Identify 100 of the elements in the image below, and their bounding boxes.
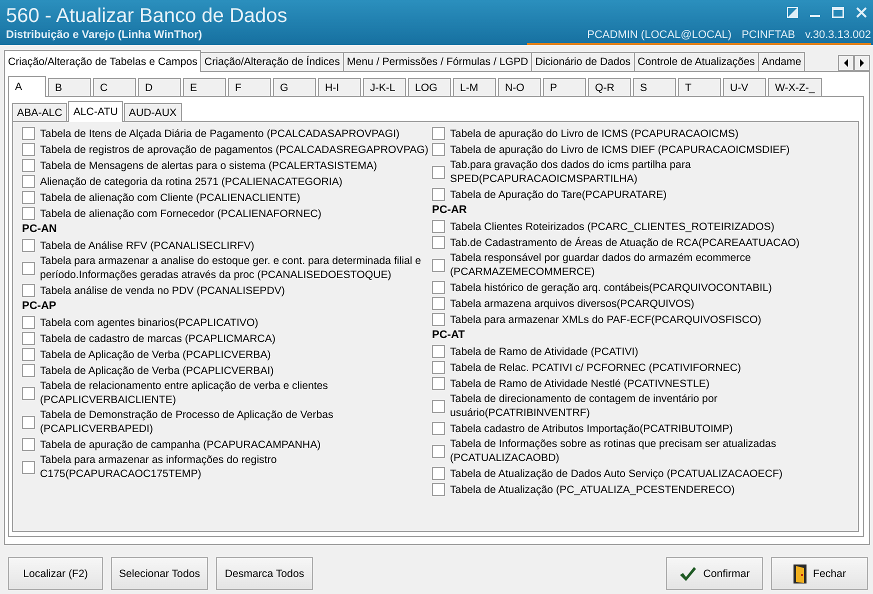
checkbox-label: Tabela de Análise RFV (PCANALISECLIRFV)	[40, 238, 256, 252]
close-icon[interactable]	[856, 6, 867, 18]
checkbox[interactable]	[22, 207, 35, 220]
letter-tab[interactable]: A	[8, 76, 46, 97]
checkbox-label: Tabela análise de venda no PDV (PCANALISEPDV)	[40, 284, 286, 298]
checkbox[interactable]	[432, 345, 445, 358]
checkbox[interactable]	[432, 361, 445, 374]
letter-tab[interactable]: LOG	[408, 78, 451, 96]
button[interactable]: Selecionar Todos	[111, 557, 208, 590]
checkbox-label: Tabela armazena arquivos diversos(PCARQUIVOS)	[450, 296, 696, 310]
maximize-icon[interactable]	[832, 6, 844, 18]
checkbox-label: Tabela para armazenar XMLs do PAF-ECF(PCARQUIVOSFISCO)	[450, 312, 762, 326]
checkbox-label: Tabela de Mensagens de alertas para o sistema (PCALERTASISTEMA)	[40, 158, 378, 172]
checkmark-icon	[679, 566, 698, 582]
checkbox[interactable]	[432, 483, 445, 496]
checkbox-label: Tabela de alienação com Cliente (PCALIENACLIENTE)	[40, 190, 302, 204]
checkbox[interactable]	[22, 386, 35, 400]
checkbox[interactable]	[22, 159, 35, 172]
checkbox[interactable]	[432, 422, 445, 435]
letter-tab[interactable]: B	[48, 78, 91, 96]
checkbox-label: Tabela responsável por guardar dados do armazém ecommerce (PCARMAZEMECOMMERCE)	[450, 251, 752, 279]
tab[interactable]: Andame	[758, 52, 806, 71]
theme-icon[interactable]	[787, 6, 798, 18]
letter-tab[interactable]: C	[93, 78, 136, 96]
letter-tab[interactable]: T	[678, 78, 721, 96]
letter-tab[interactable]: N-O	[498, 78, 541, 96]
checkbox[interactable]	[432, 188, 445, 201]
letter-tab[interactable]: D	[138, 78, 181, 96]
section-header: PC-AT	[432, 328, 466, 343]
checkbox-label: Tabela de Atualização de Dados Auto Serviço (PCATUALIZACAOECF)	[450, 466, 784, 480]
checkbox[interactable]	[22, 460, 35, 474]
checkbox[interactable]	[22, 143, 35, 156]
checkbox[interactable]	[432, 444, 445, 458]
checkbox-label: Tabela para armazenar a analise do estoque ger. e cont. para determinada filial e período.Informações geradas através da proc (PCANALISEDOESTOQUE)	[40, 254, 422, 282]
checkbox-label: Tabela de Itens de Alçada Diária de Pagamento (PCALCADASAPROVPAGI)	[40, 126, 401, 140]
checkbox-label: Tabela de Atualização (PC_ATUALIZA_PCESTENDERECO)	[450, 482, 736, 496]
checkbox-label: Alienação de categoria da rotina 2571 (PCALIENACATEGORIA)	[40, 174, 344, 188]
letter-tab[interactable]: H-I	[318, 78, 361, 96]
tab[interactable]: Criação/Alteração de Tabelas e Campos	[4, 50, 202, 72]
checkbox-label: Tabela de Informações sobre as rotinas que precisam ser atualizadas (PCATUALIZACAOBD)	[450, 437, 778, 465]
letter-tab[interactable]: E	[183, 78, 226, 96]
checkbox[interactable]	[22, 348, 35, 361]
checkbox-label: Tabela de cadastro de marcas (PCAPLICMARCA)	[40, 332, 277, 346]
checkbox-label: Tabela de Ramo de Atividade (PCATIVI)	[450, 344, 640, 358]
sub-tab[interactable]: AUD-AUX	[124, 103, 182, 121]
checkbox[interactable]	[22, 364, 35, 377]
letter-tab[interactable]: S	[633, 78, 676, 96]
checkbox[interactable]	[22, 262, 35, 274]
checkbox[interactable]	[22, 239, 35, 252]
letter-tab[interactable]: J-K-L	[363, 78, 406, 96]
letter-tab[interactable]: Q-R	[588, 78, 631, 96]
checkbox[interactable]	[432, 143, 445, 156]
checkbox[interactable]	[432, 377, 445, 390]
checkbox-label: Tabela cadastro de Atributos Importação(PCATRIBUTOIMP)	[450, 422, 734, 436]
letter-tab[interactable]: P	[543, 78, 586, 96]
checkbox-label: Tabela para armazenar as informações do registro C175(PCAPURACAOC175TEMP)	[40, 453, 278, 481]
checkbox[interactable]	[432, 236, 445, 249]
letter-tab[interactable]: L-M	[453, 78, 496, 96]
confirm-button[interactable]: Confirmar	[666, 557, 763, 590]
sub-tab[interactable]: ABA-ALC	[12, 103, 68, 121]
module-label: PCINFTAB	[742, 29, 796, 41]
checkbox[interactable]	[432, 220, 445, 233]
scroll-right-button[interactable]	[854, 55, 870, 71]
checkbox-label: Tabela de relacionamento entre aplicação de verba e clientes (PCAPLICVERBAICLIENTE)	[40, 379, 329, 407]
checkbox[interactable]	[432, 297, 445, 310]
letter-tab[interactable]: F	[228, 78, 271, 96]
window-subtitle: Distribuição e Varejo (Linha WinThor)	[6, 29, 204, 41]
checkbox[interactable]	[22, 127, 35, 140]
checkbox-label: Tabela de Aplicação de Verba (PCAPLICVERBAI)	[40, 364, 275, 378]
checkbox[interactable]	[432, 166, 445, 178]
checkbox-label: Tabela de registros de aprovação de pagamentos (PCALCADASREGAPROVPAG)	[40, 142, 430, 156]
letter-tab[interactable]: W-X-Z-_	[768, 78, 822, 96]
letter-tab[interactable]: G	[273, 78, 316, 96]
checkbox[interactable]	[432, 313, 445, 326]
scroll-left-button[interactable]	[838, 55, 854, 71]
section-header: PC-AR	[432, 203, 468, 218]
checkbox[interactable]	[22, 316, 35, 329]
checkbox[interactable]	[432, 281, 445, 294]
checkbox-label: Tabela de apuração de campanha (PCAPURACAMPANHA)	[40, 438, 322, 452]
checkbox[interactable]	[22, 284, 35, 297]
sub-tab[interactable]: ALC-ATU	[68, 101, 123, 122]
checkbox[interactable]	[22, 191, 35, 204]
checkbox-label: Tabela histórico de geração arq. contábeis(PCARQUIVOCONTABIL)	[450, 280, 773, 294]
button[interactable]: Localizar (F2)	[8, 557, 103, 590]
checkbox[interactable]	[432, 467, 445, 480]
checkbox-label: Tabela de Relac. PCATIVI c/ PCFORNEC (PCATIVIFORNEC)	[450, 360, 742, 374]
checkbox-label: Tabela de apuração do Livro de ICMS (PCAPURACAOICMS)	[450, 126, 740, 140]
checkbox[interactable]	[22, 438, 35, 451]
checkbox[interactable]	[22, 416, 35, 428]
checkbox[interactable]	[22, 175, 35, 188]
checkbox[interactable]	[432, 127, 445, 140]
checkbox[interactable]	[432, 258, 445, 272]
letter-tab[interactable]: U-V	[723, 78, 766, 96]
section-header: PC-AP	[22, 299, 58, 314]
close-button[interactable]: Fechar	[771, 557, 868, 590]
checkbox[interactable]	[22, 332, 35, 345]
checkbox-label: Tabela de Demonstração de Processo de Aplicação de Verbas (PCAPLICVERBAPEDI)	[40, 408, 334, 436]
checkbox-label: Tabela de Ramo de Atividade Nestlé (PCATIVNESTLE)	[450, 376, 710, 390]
button[interactable]: Desmarca Todos	[216, 557, 313, 590]
checkbox[interactable]	[432, 400, 445, 412]
